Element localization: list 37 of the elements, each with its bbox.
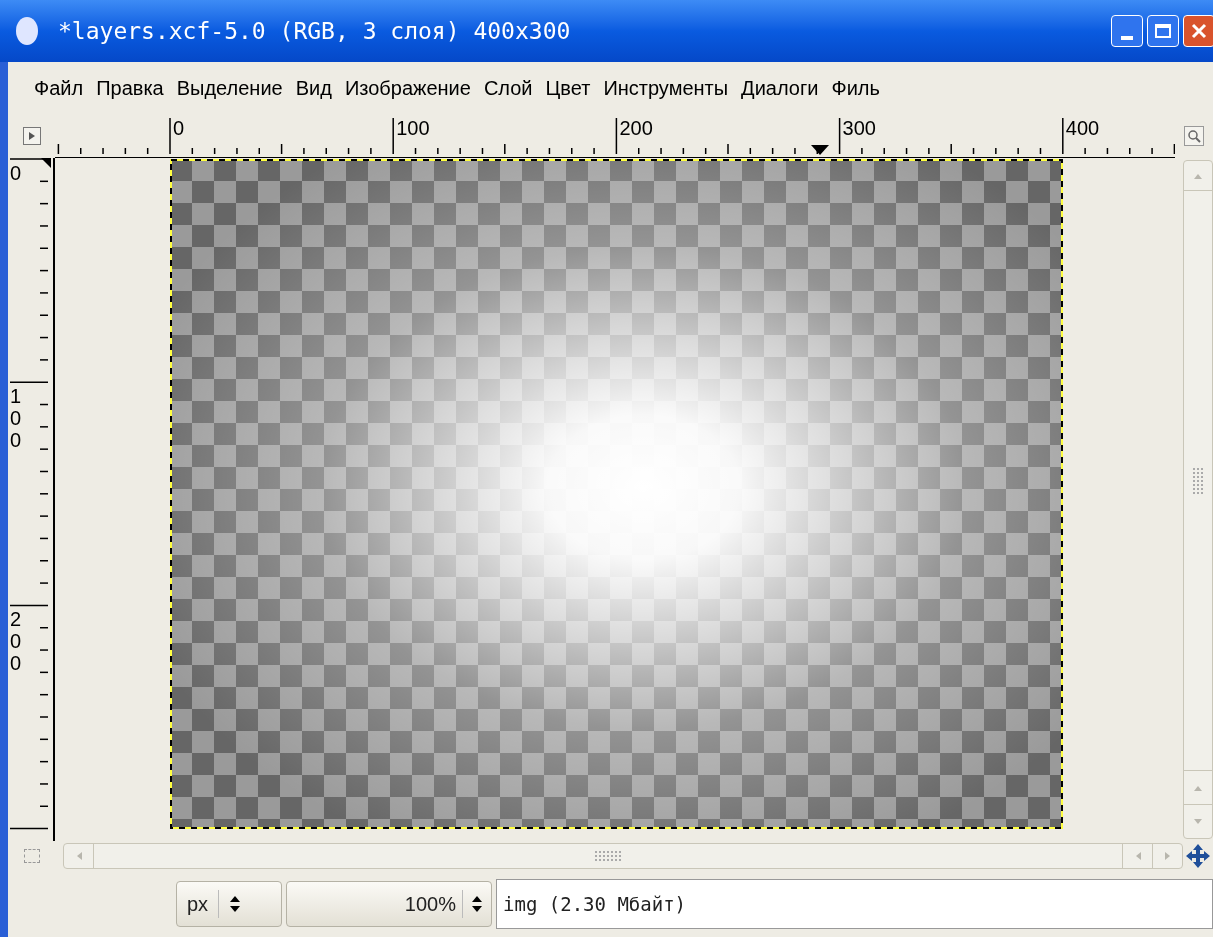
play-icon [27, 131, 36, 141]
window-title: *layers.xcf-5.0 (RGB, 3 слоя) 400x300 [58, 16, 571, 46]
close-icon [1191, 23, 1207, 39]
close-button[interactable] [1183, 15, 1213, 47]
menu-item[interactable]: Диалоги [741, 73, 819, 103]
vertical-scrollbar[interactable] [1183, 160, 1213, 839]
menu-item[interactable]: Филь [831, 73, 880, 103]
magnifier-icon [1187, 129, 1201, 143]
up-down-icon [229, 895, 242, 913]
horizontal-scrollbar[interactable] [63, 843, 1183, 869]
minimize-button[interactable] [1111, 15, 1143, 47]
unit-selector[interactable]: px [176, 881, 282, 927]
pointer-marker-icon [811, 145, 829, 155]
quick-mask-icon[interactable] [23, 849, 40, 863]
grip-icon [594, 850, 622, 862]
status-field: img (2.30 Мбайт) [496, 879, 1213, 929]
menu-item[interactable]: Вид [295, 73, 332, 103]
minimize-icon [1121, 36, 1133, 40]
menu-item[interactable]: Инструменты [603, 73, 729, 103]
maximize-icon [1155, 24, 1171, 38]
menu-item[interactable]: Выделение [176, 73, 283, 103]
ruler-label: 100 [396, 116, 430, 140]
menu-item[interactable]: Правка [96, 73, 164, 103]
zoom-toggle-button[interactable] [1184, 126, 1204, 146]
navigate-icon[interactable] [1185, 843, 1211, 869]
ruler-label: 0 [173, 116, 185, 140]
menu-toggle-button[interactable] [22, 127, 41, 145]
ruler-label: 400 [1065, 116, 1100, 140]
menu-item[interactable]: Слой [483, 73, 533, 103]
menu-item[interactable]: Изображение [344, 73, 471, 103]
up-down-icon [471, 895, 483, 913]
ruler-label: 300 [842, 116, 876, 140]
menu-item[interactable]: Цвет [545, 73, 591, 103]
maximize-button[interactable] [1147, 15, 1179, 47]
ruler-label: 200 [619, 116, 653, 140]
menu-item[interactable]: Файл [34, 73, 84, 103]
zoom-selector[interactable]: 100% [286, 881, 492, 927]
